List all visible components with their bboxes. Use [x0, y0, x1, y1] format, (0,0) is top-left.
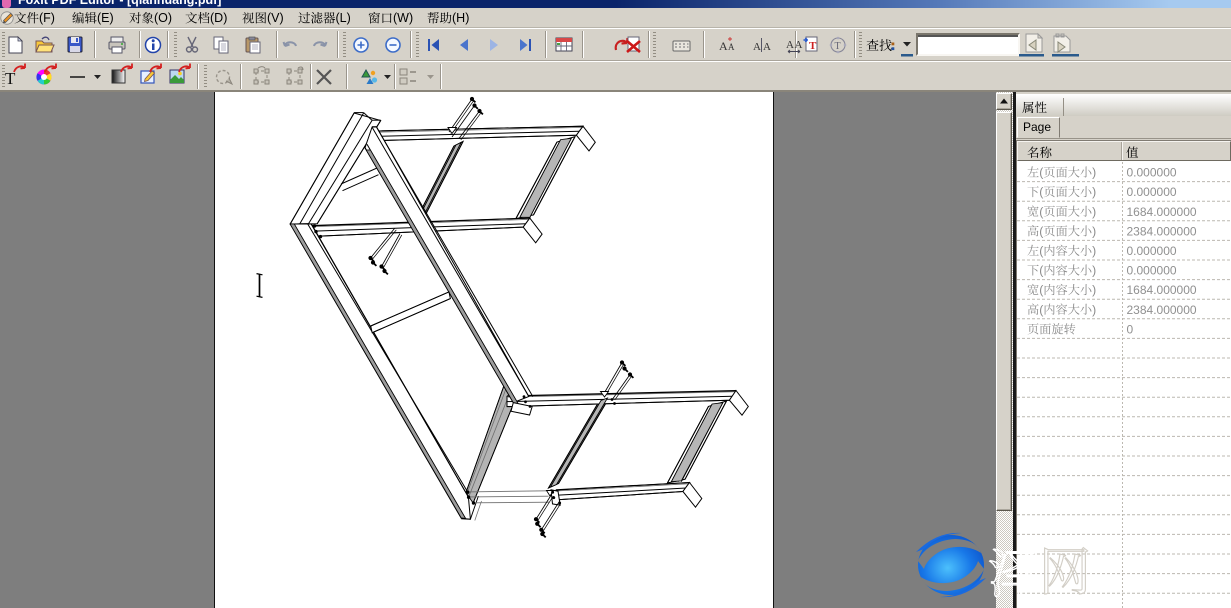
svg-text:0.000000: 0.000000 [1127, 166, 1177, 180]
svg-text:): ) [1092, 205, 1096, 219]
svg-text:(D): (D) [210, 11, 227, 25]
svg-text:A: A [719, 39, 728, 53]
svg-text:Page: Page [1023, 120, 1051, 134]
svg-text:2384.000000: 2384.000000 [1127, 303, 1197, 317]
svg-text:A: A [753, 41, 761, 53]
svg-text:(: ( [1039, 205, 1043, 219]
svg-text:(L): (L) [336, 11, 351, 25]
svg-text:(E): (E) [97, 11, 114, 25]
svg-text:(: ( [1039, 264, 1043, 278]
svg-text:): ) [1092, 166, 1096, 180]
svg-text:(: ( [1039, 185, 1043, 199]
svg-text:(O): (O) [154, 11, 172, 25]
svg-text:): ) [1092, 264, 1096, 278]
svg-text:): ) [1092, 303, 1096, 317]
svg-text:0.000000: 0.000000 [1127, 264, 1177, 278]
svg-text:): ) [1092, 185, 1096, 199]
svg-text:A: A [786, 39, 794, 51]
svg-text:(H): (H) [452, 11, 469, 25]
svg-text:(: ( [1039, 166, 1043, 180]
svg-text:1684.000000: 1684.000000 [1127, 283, 1197, 297]
svg-text:): ) [1092, 244, 1096, 258]
svg-text:(W): (W) [393, 11, 413, 25]
svg-text:0.000000: 0.000000 [1127, 244, 1177, 258]
svg-text:(: ( [1039, 244, 1043, 258]
svg-text:T: T [835, 41, 841, 52]
svg-text:): ) [1092, 224, 1096, 238]
svg-text:A: A [763, 41, 771, 53]
svg-text:A: A [795, 39, 803, 51]
svg-text:(: ( [1039, 224, 1043, 238]
svg-text:2384.000000: 2384.000000 [1127, 224, 1197, 238]
svg-text:(V): (V) [267, 11, 284, 25]
svg-text:): ) [1092, 283, 1096, 297]
svg-text:0: 0 [1127, 322, 1134, 336]
svg-text:(: ( [1039, 303, 1043, 317]
svg-text:1684.000000: 1684.000000 [1127, 205, 1197, 219]
svg-text:T: T [809, 40, 817, 52]
svg-text:A: A [728, 42, 735, 52]
svg-text:(F): (F) [39, 11, 55, 25]
svg-text:0.000000: 0.000000 [1127, 185, 1177, 199]
svg-text:(: ( [1039, 283, 1043, 297]
